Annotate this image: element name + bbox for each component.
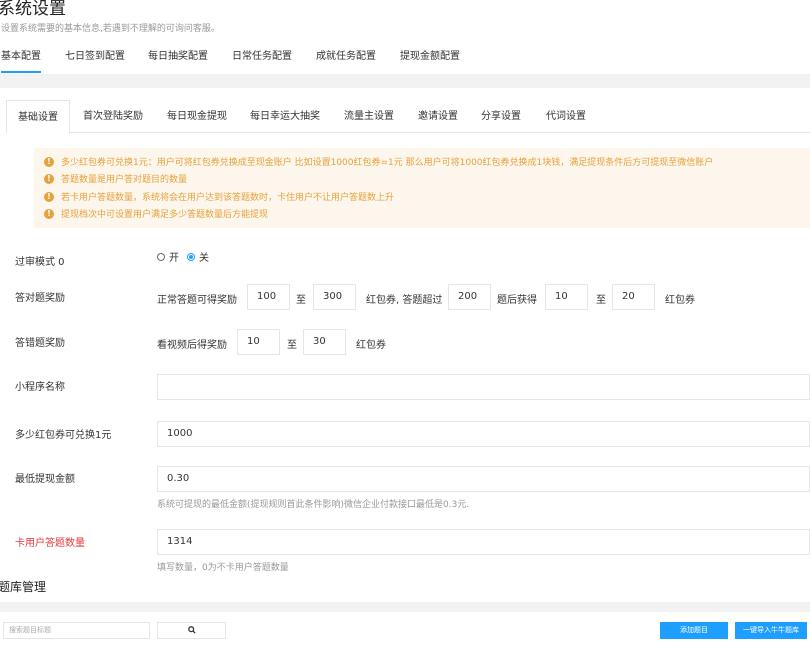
bonus-reward-unit: 红包券 (665, 295, 695, 306)
warning-icon: ! (44, 208, 54, 219)
search-icon (187, 626, 196, 634)
correct-reward-prefix: 正常答题可得奖励 (157, 295, 237, 306)
subtab-pronoun-settings[interactable]: 代词设置 (546, 100, 586, 133)
correct-reward-to: 至 (296, 295, 306, 306)
warning-icon: ! (44, 173, 54, 184)
review-mode-off-radio[interactable] (187, 252, 195, 261)
notice-box: ! 多少红包券可兑换1元：用户可将红包券兑换成至现金账户 比如设置1000红包券… (34, 148, 810, 228)
section-divider (0, 602, 810, 612)
exchange-rate-input[interactable]: 1000 (157, 421, 810, 447)
min-withdraw-label: 最低提现金额 (15, 474, 75, 485)
bonus-reward-min-input[interactable]: 10 (545, 284, 588, 310)
warning-icon: ! (44, 156, 54, 167)
answer-threshold-input[interactable]: 200 (448, 284, 491, 310)
wrong-reward-to: 至 (287, 340, 297, 351)
wrong-reward-prefix: 看视频后得奖励 (157, 340, 227, 351)
subtab-first-login-reward[interactable]: 首次登陆奖励 (83, 100, 143, 133)
subtab-daily-cash-withdraw[interactable]: 每日现金提现 (167, 100, 227, 133)
section-divider (0, 74, 810, 88)
bonus-reward-max-input[interactable]: 20 (612, 284, 655, 310)
tab-daily-tasks[interactable]: 日常任务配置 (232, 47, 292, 62)
notice-line: ! 提现档次中可设置用户满足多少答题数量后方能提现 (44, 207, 268, 220)
tab-daily-lottery[interactable]: 每日抽奖配置 (148, 47, 208, 62)
add-question-button[interactable]: 添加题目 (660, 622, 728, 639)
main-tabs: 基本配置 七日签到配置 每日抽奖配置 日常任务配置 成就任务配置 提现金额配置 (0, 47, 810, 73)
review-mode-on-label[interactable]: 开 (169, 249, 179, 264)
page-subtitle: 设置系统需要的基本信息,若遇到不理解的可询问客服。 (1, 24, 220, 34)
review-mode-radio-group: 开 关 (157, 249, 217, 264)
warning-icon: ! (44, 191, 54, 202)
review-mode-off-label[interactable]: 关 (199, 249, 209, 264)
subtab-basic-settings[interactable]: 基础设置 (6, 100, 70, 134)
correct-reward-after-text: 题后获得 (497, 295, 537, 306)
correct-reward-min-input[interactable]: 100 (247, 284, 290, 310)
limit-answers-help: 填写数量，0为不卡用户答题数量 (157, 563, 289, 573)
review-mode-on-radio[interactable] (157, 252, 165, 261)
tab-achievement-tasks[interactable]: 成就任务配置 (316, 47, 376, 62)
page-title: 系统设置 (0, 0, 66, 19)
review-mode-label: 过审模式 0 (15, 257, 65, 268)
min-withdraw-input[interactable]: 0.30 (157, 466, 810, 492)
subtab-share-settings[interactable]: 分享设置 (481, 100, 521, 133)
correct-reward-label: 答对题奖励 (15, 293, 65, 304)
bonus-reward-to: 至 (596, 295, 606, 306)
mini-program-name-label: 小程序名称 (15, 382, 65, 393)
notice-line: ! 答题数量是用户答对题目的数量 (44, 172, 187, 185)
limit-answers-label: 卡用户答题数量 (15, 538, 85, 549)
tab-withdraw-amounts[interactable]: 提现金额配置 (400, 47, 460, 62)
subtab-invite-settings[interactable]: 邀请设置 (418, 100, 458, 133)
subtab-daily-lucky-draw[interactable]: 每日幸运大抽奖 (250, 100, 320, 133)
notice-line: ! 若卡用户答题数量，系统将会在用户达到该答题数时，卡住用户不让用户答题数上升 (44, 190, 394, 203)
tab-basic-config[interactable]: 基本配置 (1, 47, 41, 73)
subtab-traffic-settings[interactable]: 流量主设置 (344, 100, 394, 133)
limit-answers-input[interactable]: 1314 (157, 529, 810, 555)
tab-seven-day-checkin[interactable]: 七日签到配置 (65, 47, 125, 62)
search-button[interactable] (157, 622, 226, 639)
notice-line: ! 多少红包券可兑换1元：用户可将红包券兑换成至现金账户 比如设置1000红包券… (44, 155, 713, 168)
correct-reward-mid-text: 红包券, 答题超过 (366, 295, 443, 306)
wrong-reward-unit: 红包券 (356, 340, 386, 351)
question-bank-title: 题库管理 (0, 580, 47, 594)
question-search-input[interactable]: 搜索题目标题 (3, 622, 150, 639)
wrong-reward-label: 答错题奖励 (15, 338, 65, 349)
wrong-reward-max-input[interactable]: 30 (303, 329, 346, 355)
mini-program-name-input[interactable] (157, 374, 810, 400)
wrong-reward-min-input[interactable]: 10 (237, 329, 280, 355)
sub-tabs: 基础设置 首次登陆奖励 每日现金提现 每日幸运大抽奖 流量主设置 邀请设置 分享… (6, 100, 810, 134)
import-question-bank-button[interactable]: 一键导入牛牛题库 (735, 622, 807, 639)
exchange-rate-label: 多少红包券可兑换1元 (15, 430, 112, 441)
correct-reward-max-input[interactable]: 300 (313, 284, 356, 310)
min-withdraw-help: 系统可提现的最低金额(提现规则首此条件影响)微信企业付款接口最低是0.3元. (157, 500, 470, 510)
